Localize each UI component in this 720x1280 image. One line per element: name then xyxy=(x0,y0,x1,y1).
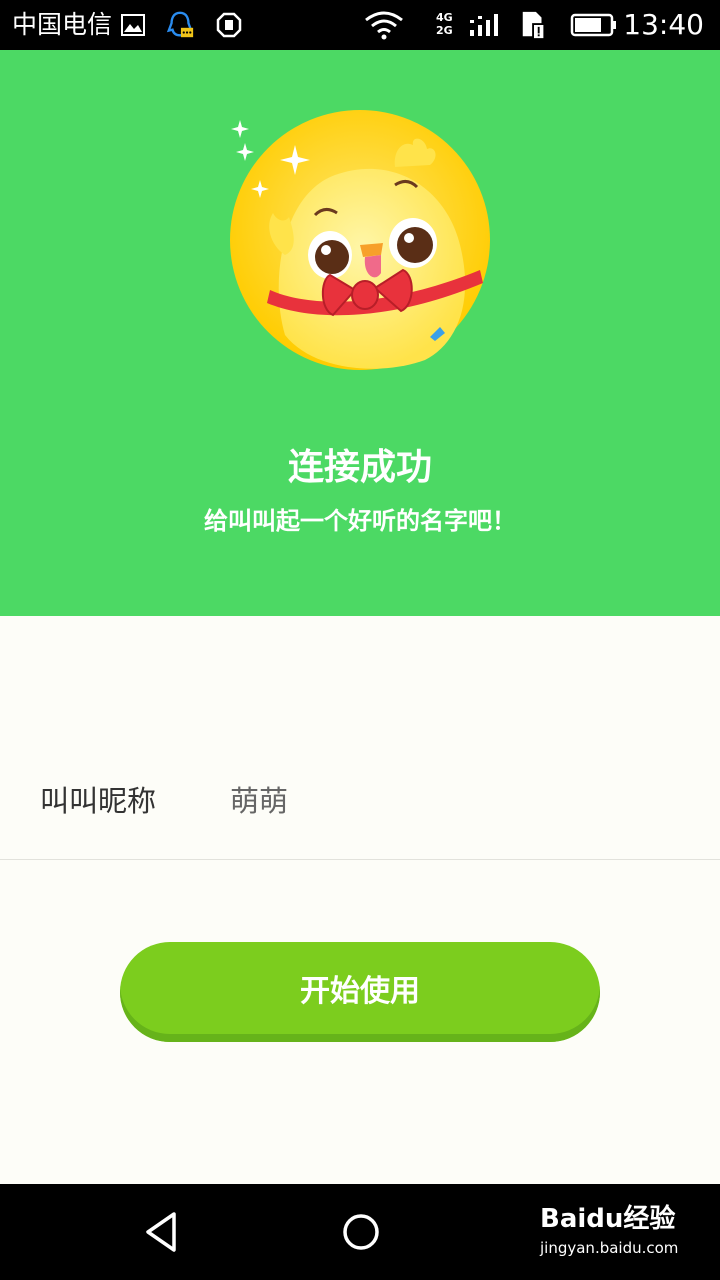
divider xyxy=(0,859,720,860)
sim-alert-icon xyxy=(522,11,546,39)
stop-sign-icon xyxy=(216,12,242,38)
network-4g-label: 4G xyxy=(436,11,453,24)
watermark-logo: Baidu经验 xyxy=(540,1204,676,1234)
network-type: 4G 2G xyxy=(436,11,453,37)
home-icon[interactable] xyxy=(337,1208,385,1256)
page-subtitle: 给叫叫起一个好听的名字吧！ xyxy=(204,507,516,535)
nickname-input[interactable]: 萌萌 xyxy=(230,782,288,820)
status-bar: 中国电信 4G 2G 13:40 xyxy=(0,0,720,50)
chick-mascot-icon xyxy=(230,110,490,370)
wifi-icon xyxy=(365,11,403,40)
qq-icon xyxy=(166,11,194,38)
carrier-label: 中国电信 xyxy=(12,10,113,39)
battery-icon xyxy=(570,13,616,37)
gallery-icon xyxy=(121,14,145,36)
back-icon[interactable] xyxy=(138,1208,186,1256)
nickname-label: 叫叫昵称 xyxy=(40,784,157,818)
clock: 13:40 xyxy=(623,8,704,41)
watermark-url: jingyan.baidu.com xyxy=(540,1239,679,1257)
header-banner: 连接成功 给叫叫起一个好听的名字吧！ xyxy=(0,50,720,616)
navigation-bar: Baidu经验 jingyan.baidu.com xyxy=(0,1184,720,1280)
main-content: 叫叫昵称 萌萌 开始使用 xyxy=(0,616,720,1184)
start-button[interactable]: 开始使用 xyxy=(120,942,600,1042)
network-2g-label: 2G xyxy=(436,24,453,37)
page-title: 连接成功 xyxy=(287,447,432,488)
baidu-watermark: Baidu经验 jingyan.baidu.com xyxy=(540,1204,678,1258)
signal-icon xyxy=(470,14,498,36)
